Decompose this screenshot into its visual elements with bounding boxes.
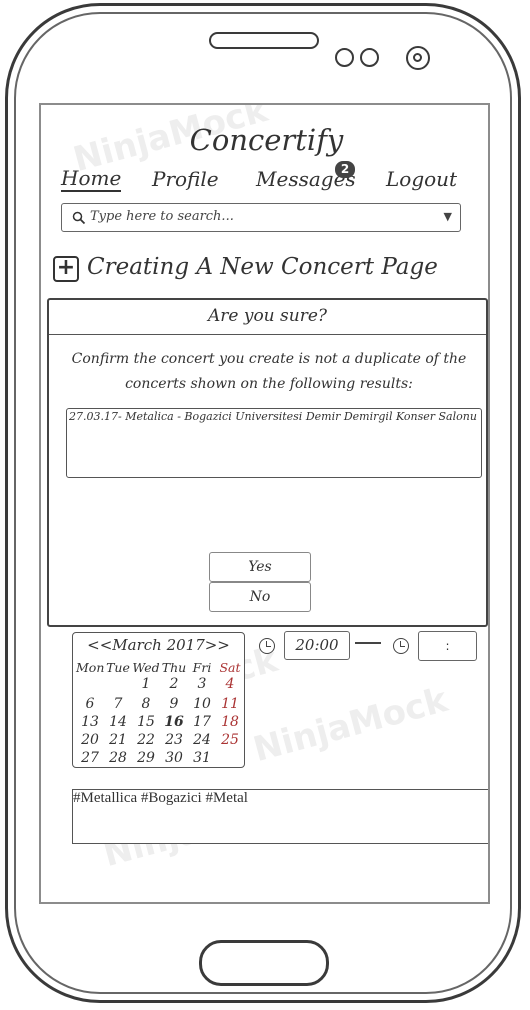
calendar-day[interactable]: 7 xyxy=(104,696,132,712)
search-placeholder: Type here to search... xyxy=(90,209,234,224)
calendar-day[interactable]: 27 xyxy=(76,750,104,766)
watermark: NinjaMock xyxy=(249,679,452,771)
weekday-label: Mon xyxy=(76,660,105,675)
duplicate-results-list: 27.03.17- Metalica - Bogazici Universite… xyxy=(66,408,482,478)
calendar-month-nav[interactable]: <<March 2017>> xyxy=(73,636,244,654)
dialog-message: Confirm the concert you create is not a … xyxy=(71,351,467,392)
calendar-day[interactable]: 20 xyxy=(76,732,104,748)
yes-button[interactable]: Yes xyxy=(209,552,311,582)
add-icon[interactable]: + xyxy=(53,256,79,282)
messages-count-badge: 2 xyxy=(335,161,355,178)
search-icon xyxy=(72,211,86,225)
calendar-day[interactable]: 1 xyxy=(132,676,160,692)
clock-icon xyxy=(393,638,409,654)
calendar-day[interactable]: 29 xyxy=(132,750,160,766)
confirm-dialog: Are you sure? Confirm the concert you cr… xyxy=(47,298,488,627)
calendar-day[interactable]: 10 xyxy=(188,696,216,712)
calendar-day[interactable]: 6 xyxy=(76,696,104,712)
calendar-day[interactable]: 14 xyxy=(104,714,132,730)
calendar-day[interactable]: 22 xyxy=(132,732,160,748)
date-calendar: <<March 2017>> Mon Tue Wed Thu Fri Sat 1… xyxy=(72,632,245,768)
sensor-icon xyxy=(335,48,354,67)
calendar-day[interactable]: 13 xyxy=(76,714,104,730)
weekday-label: Thu xyxy=(161,660,187,675)
page-heading: Creating A New Concert Page xyxy=(87,254,438,280)
calendar-day[interactable]: 28 xyxy=(104,750,132,766)
calendar-day-selected[interactable]: 16 xyxy=(160,714,188,730)
search-input[interactable]: Type here to search... ▼ xyxy=(61,203,461,232)
tags-input[interactable]: #Metallica #Bogazici #Metal xyxy=(72,789,488,844)
calendar-day[interactable]: 2 xyxy=(160,676,188,692)
end-time-input[interactable]: : xyxy=(418,631,477,661)
calendar-day[interactable]: 24 xyxy=(188,732,216,748)
calendar-day[interactable]: 18 xyxy=(216,714,244,730)
calendar-day[interactable]: 21 xyxy=(104,732,132,748)
nav-logout[interactable]: Logout xyxy=(386,167,457,191)
weekday-label: Sat xyxy=(219,660,241,675)
sensor-icon xyxy=(360,48,379,67)
tags-value: #Metallica #Bogazici #Metal xyxy=(73,790,248,806)
weekday-label: Wed xyxy=(132,660,160,675)
app-title: Concertify xyxy=(189,123,344,157)
result-item[interactable]: 27.03.17- Metalica - Bogazici Universite… xyxy=(69,410,477,423)
weekday-label: Tue xyxy=(106,660,130,675)
calendar-day[interactable]: 17 xyxy=(188,714,216,730)
calendar-day[interactable]: 9 xyxy=(160,696,188,712)
calendar-day[interactable]: 31 xyxy=(188,750,216,766)
calendar-day[interactable]: 3 xyxy=(188,676,216,692)
calendar-day[interactable]: 15 xyxy=(132,714,160,730)
dropdown-caret-icon[interactable]: ▼ xyxy=(444,210,452,223)
home-button[interactable] xyxy=(199,940,329,986)
start-time-input[interactable]: 20:00 xyxy=(284,631,350,660)
calendar-day[interactable]: 23 xyxy=(160,732,188,748)
time-range-dash xyxy=(355,642,381,644)
weekday-label: Fri xyxy=(192,660,212,675)
camera-icon xyxy=(406,46,430,70)
calendar-day[interactable]: 11 xyxy=(216,696,244,712)
calendar-day[interactable]: 25 xyxy=(216,732,244,748)
speaker-grille xyxy=(209,32,319,49)
calendar-day[interactable]: 8 xyxy=(132,696,160,712)
calendar-day[interactable]: 30 xyxy=(160,750,188,766)
calendar-day[interactable]: 4 xyxy=(216,676,244,692)
nav-profile[interactable]: Profile xyxy=(152,167,219,191)
dialog-title: Are you sure? xyxy=(49,300,486,335)
no-button[interactable]: No xyxy=(209,582,311,612)
app-screen: NinjaMock NinjaMock NinjaMock NinjaMock … xyxy=(39,103,490,904)
clock-icon xyxy=(259,638,275,654)
nav-home[interactable]: Home xyxy=(61,167,122,192)
